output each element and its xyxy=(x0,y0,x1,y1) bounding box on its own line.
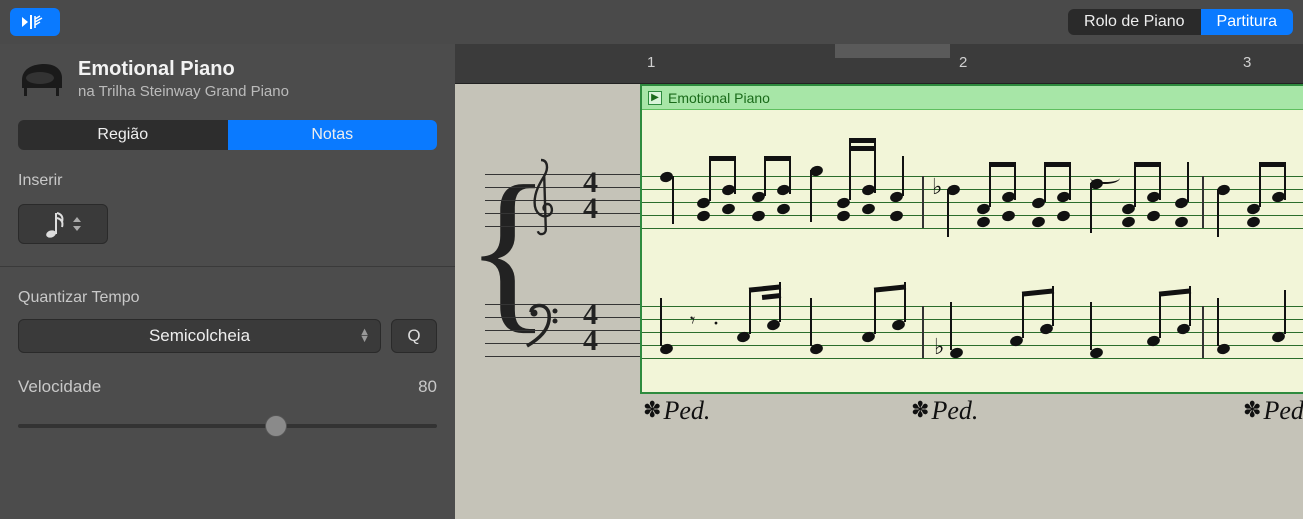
track-subtitle: na Trilha Steinway Grand Piano xyxy=(78,83,289,100)
insert-note-value-picker[interactable] xyxy=(18,204,108,244)
bar-number: 1 xyxy=(647,54,655,71)
region-header[interactable]: ▶ Emotional Piano xyxy=(642,86,1303,110)
bar-number: 2 xyxy=(959,54,967,71)
time-signature-bass: 4 4 xyxy=(583,302,598,354)
grand-piano-icon xyxy=(18,58,66,98)
velocity-label: Velocidade xyxy=(18,377,101,397)
region-loop-icon: ▶ xyxy=(648,91,662,105)
quantize-value-text: Semicolcheia xyxy=(149,326,250,346)
quantize-label: Quantizar Tempo xyxy=(18,289,437,307)
pedal-mark: ✽✽Ped.Ped. xyxy=(643,396,710,426)
view-mode-tabs: Rolo de Piano Partitura xyxy=(1068,9,1293,35)
track-title: Emotional Piano xyxy=(78,58,289,81)
bass-clef-icon xyxy=(523,302,563,350)
slider-thumb[interactable] xyxy=(265,415,287,437)
region-name: Emotional Piano xyxy=(668,90,770,106)
score-margin: { 4 4 4 4 xyxy=(455,84,640,519)
catch-playhead-icon xyxy=(20,13,50,31)
time-signature-treble: 4 4 xyxy=(583,170,598,222)
slider-track xyxy=(18,424,437,428)
pedal-mark: ✽Ped. xyxy=(1243,396,1303,426)
barline xyxy=(1202,176,1204,228)
insert-label: Inserir xyxy=(18,172,437,190)
bar-ruler[interactable]: 1 2 3 xyxy=(455,44,1303,84)
midi-region[interactable]: ▶ Emotional Piano xyxy=(640,84,1303,394)
tab-notes[interactable]: Notas xyxy=(228,120,438,150)
quantize-value-select[interactable]: Semicolcheia ▲▼ xyxy=(18,319,381,353)
quantize-now-button[interactable]: Q xyxy=(391,319,437,353)
catch-playhead-button[interactable] xyxy=(10,8,60,36)
time-sig-den: 4 xyxy=(583,328,598,354)
treble-clef-icon xyxy=(517,156,565,236)
tab-score[interactable]: Partitura xyxy=(1201,9,1293,35)
tab-region[interactable]: Região xyxy=(18,120,228,150)
barline xyxy=(1202,306,1204,358)
select-arrows-icon: ▲▼ xyxy=(359,329,370,343)
editor-toolbar: Rolo de Piano Partitura xyxy=(0,0,1303,44)
inspector-panel: Emotional Piano na Trilha Steinway Grand… xyxy=(0,44,455,519)
stepper-arrows-icon xyxy=(72,216,82,232)
divider xyxy=(0,266,455,267)
velocity-slider[interactable] xyxy=(18,415,437,435)
bar-number: 3 xyxy=(1243,54,1251,71)
tab-piano-roll[interactable]: Rolo de Piano xyxy=(1068,9,1201,35)
pedal-mark: ✽Ped. xyxy=(911,396,978,426)
cycle-region[interactable] xyxy=(835,44,950,58)
time-sig-den: 4 xyxy=(583,196,598,222)
barline xyxy=(922,306,924,358)
track-header: Emotional Piano na Trilha Steinway Grand… xyxy=(18,58,437,100)
velocity-value: 80 xyxy=(418,377,437,397)
sixteenth-note-icon xyxy=(44,209,66,239)
barline xyxy=(922,176,924,228)
score-view[interactable]: 1 2 3 { 4 4 xyxy=(455,44,1303,519)
inspector-mode-tabs: Região Notas xyxy=(18,120,437,150)
